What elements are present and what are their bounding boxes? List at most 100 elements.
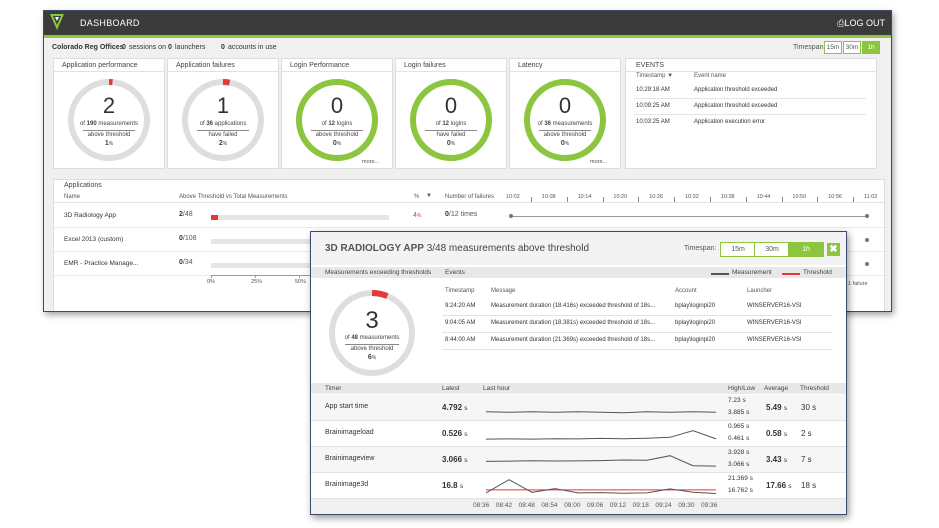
gauge-of: of — [537, 121, 543, 127]
popup-title: 3D RADIOLOGY APP 3/48 measurements above… — [325, 243, 589, 254]
timer-average-unit: s — [783, 457, 788, 464]
timer-latest-value: 16.8 — [442, 481, 458, 490]
time-axis-label: 08:42 — [495, 502, 513, 509]
logo-icon — [50, 14, 64, 30]
kpi-card[interactable]: Application performance 2 of 190 measureme… — [53, 58, 165, 169]
card-title: Latency — [518, 62, 543, 69]
gauge-percent: 6% — [327, 354, 417, 361]
measurement-line — [485, 411, 717, 414]
ev-message[interactable]: Measurement duration (18.381s) exceeded … — [491, 320, 655, 326]
timer-threshold: 2 s — [801, 429, 812, 438]
timeline-tick — [817, 197, 819, 202]
events-col-name: Event name — [694, 73, 727, 79]
event-name[interactable]: Application execution error — [694, 119, 765, 125]
divider — [83, 130, 135, 131]
event-name[interactable]: Application threshold exceeded — [694, 87, 777, 93]
gauge-ring — [182, 79, 264, 161]
app-name[interactable]: Excel 2013 (custom) — [64, 236, 123, 243]
time-axis-label: 09:06 — [587, 502, 604, 509]
divider — [311, 130, 363, 131]
event-name[interactable]: Application threshold exceeded — [694, 103, 777, 109]
sparkline — [485, 455, 717, 467]
time-axis-label: 09:00 — [564, 502, 581, 509]
timer-average-unit: s — [783, 405, 788, 412]
gauge-percent: 0% — [521, 140, 609, 147]
gauge-line1: of 48 measurements — [327, 335, 417, 341]
timer-latest-unit: s — [464, 405, 468, 412]
divider — [510, 71, 620, 72]
timer-latest-value: 4.792 — [442, 403, 463, 412]
table-row[interactable]: 3D Radiology App 2/48 4% 0/12 times — [54, 206, 884, 228]
time-axis-label: 08:36 — [473, 502, 490, 509]
event-time: 10:29:18 AM — [636, 87, 670, 93]
threshold-bar — [211, 215, 389, 220]
measurement-line — [485, 455, 717, 467]
divider — [54, 202, 884, 203]
col-pct[interactable]: % — [414, 194, 419, 200]
kpi-gauge: 0 of 12 logins above threshold 0% — [293, 76, 381, 164]
more-link[interactable]: more... — [362, 159, 379, 165]
ev-launcher: WINSERVER16-VSI — [747, 303, 802, 309]
summary-bar: Colorado Reg Offices 0 sessions on 0 lau… — [44, 38, 891, 57]
app-name[interactable]: 3D Radiology App — [64, 212, 116, 219]
popup-app-name: 3D RADIOLOGY APP — [325, 243, 424, 254]
gauge-line1: of 190 measurements — [65, 121, 153, 127]
gauge-ring — [524, 79, 606, 161]
threshold-bar-fill — [211, 215, 219, 220]
gauge-unit: logins — [336, 121, 353, 127]
sessions-text: sessions on — [129, 44, 166, 51]
legend-measurement: Measurement — [732, 269, 772, 276]
logout-button[interactable]: ⎙LOG OUT — [837, 18, 885, 29]
ev-launcher: WINSERVER16-VSI — [747, 320, 802, 326]
timer-row[interactable]: Brainimageview 3.066 s 3.928 s 3.066 s 3.43 … — [311, 447, 846, 473]
timespan-1h-button[interactable]: 1h — [862, 41, 880, 54]
popup-timespan-15m-button[interactable]: 15m — [720, 242, 756, 257]
popup-subtitle: 3/48 measurements above threshold — [426, 243, 590, 254]
divider — [442, 332, 832, 333]
timeline-tick — [853, 197, 855, 202]
sort-desc-icon[interactable]: ▼ — [426, 193, 432, 199]
timer-average-value: 5.49 — [766, 403, 782, 412]
time-axis-label: 09:18 — [632, 502, 649, 509]
timer-row[interactable]: Brainimageload 0.526 s 0.965 s 0.461 s 0.58 … — [311, 421, 846, 447]
gauge-percent-sign: % — [108, 141, 114, 147]
app-name[interactable]: EMR - Practice Manage... — [64, 260, 138, 267]
events-col-timestamp[interactable]: Timestamp ▼ — [636, 73, 673, 79]
sessions-count: 0 — [122, 44, 126, 51]
timer-average: 5.49 s — [766, 403, 787, 412]
timeline-label: 10:02 — [506, 194, 520, 200]
popup-timespan-30m-button[interactable]: 30m — [754, 242, 790, 257]
app-detail-popup: 3D RADIOLOGY APP 3/48 measurements above… — [310, 231, 847, 515]
gauge-unit: measurements — [359, 335, 400, 341]
timespan-30m-button[interactable]: 30m — [843, 41, 861, 54]
gauge-count: 190 — [86, 121, 97, 127]
timeline-label: 10:14 — [577, 194, 592, 200]
ev-message[interactable]: Measurement duration (18.416s) exceeded … — [491, 303, 655, 309]
timer-average: 0.58 s — [766, 429, 787, 438]
timeline-start-dot — [509, 214, 513, 218]
popup-timespan-1h-button[interactable]: 1h — [788, 242, 824, 257]
gauge-ring — [410, 79, 492, 161]
kpi-card[interactable]: Login Performance 0 of 12 logins above thre… — [281, 58, 393, 169]
ev-time: 9:24:20 AM — [445, 303, 476, 309]
more-link[interactable]: more... — [590, 159, 607, 165]
gauge-unit: measurements — [98, 121, 139, 127]
kpi-card[interactable]: Login failures 0 of 12 logins have failed 0% — [395, 58, 507, 169]
kpi-card[interactable]: Latency 0 of 36 measurements above threshol… — [509, 58, 621, 169]
app-total: /34 — [182, 259, 193, 266]
kpi-card[interactable]: Application failures 1 of 36 applications h… — [167, 58, 279, 169]
ev-message[interactable]: Measurement duration (21.369s) exceeded … — [491, 337, 655, 343]
kpi-gauge: 0 of 36 measurements above threshold 0% — [521, 76, 609, 164]
launchers-text: launchers — [175, 44, 206, 51]
gauge-of: of — [435, 121, 441, 127]
timer-row[interactable]: App start time 4.792 s 7.23 s 3.885 s 5.49 s… — [311, 395, 846, 421]
gauge-line2: have failed — [436, 132, 466, 138]
timer-row[interactable]: Brainimage3d 16.8 s 21.369 s 16.762 s 17.66 … — [311, 473, 846, 499]
close-icon[interactable]: ✖ — [827, 243, 840, 256]
timespan-15m-button[interactable]: 15m — [824, 41, 842, 54]
timeline-end-dot — [865, 214, 869, 218]
timer-latest: 0.526 s — [442, 429, 468, 438]
axis-label: 50% — [295, 279, 307, 285]
timer-name: Brainimageload — [325, 429, 374, 436]
top-bar: DASHBOARD ⎙LOG OUT — [44, 11, 891, 35]
